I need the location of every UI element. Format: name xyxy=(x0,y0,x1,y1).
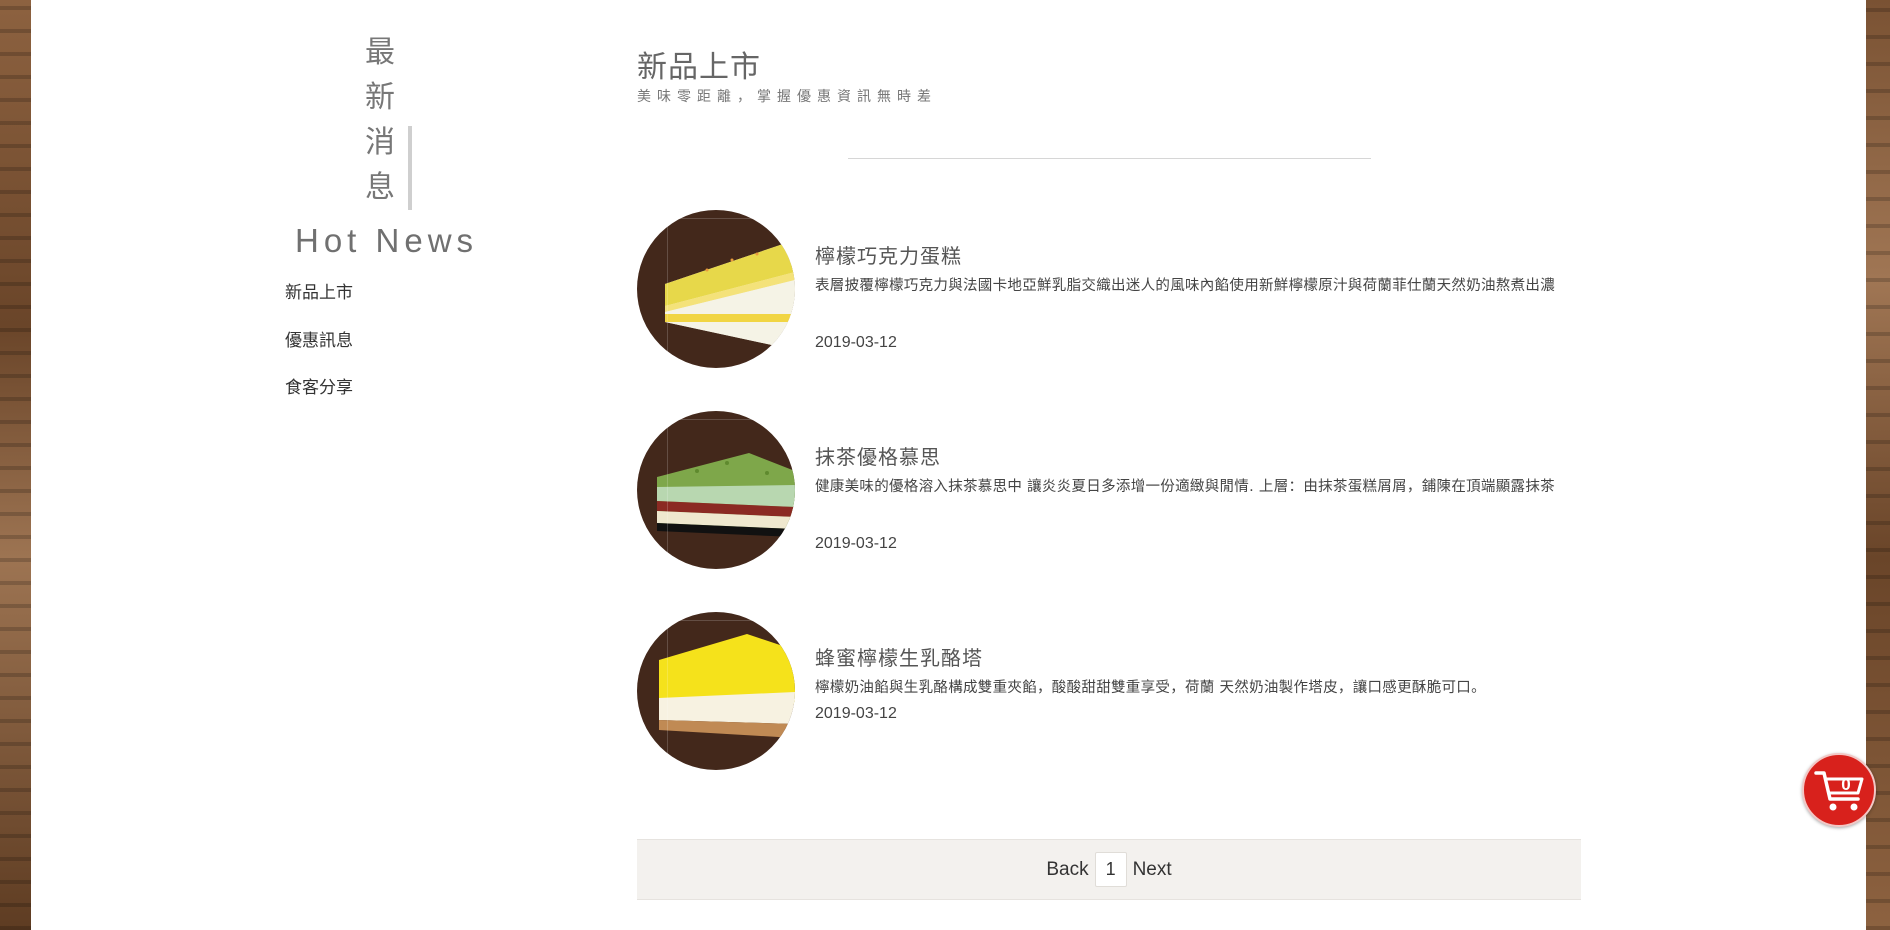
sidebar-menu: 新品上市 優惠訊息 食客分享 xyxy=(285,280,353,423)
news-title[interactable]: 蜂蜜檸檬生乳酪塔 xyxy=(815,642,983,671)
pagination: Back 1 Next xyxy=(637,839,1581,900)
floating-cart-button[interactable]: 0 xyxy=(1802,753,1876,827)
news-thumbnail[interactable] xyxy=(637,210,795,368)
title-accent-bar xyxy=(408,126,412,210)
news-item: 蜂蜜檸檬生乳酪塔 檸檬奶油餡與生乳酪構成雙重夾餡，酸酸甜甜雙重享受，荷蘭 天然奶… xyxy=(637,612,1617,772)
news-item: 抹茶優格慕思 健康美味的優格溶入抹茶慕思中 讓炎炎夏日多添增一份適緻與閒情. 上… xyxy=(637,411,1617,571)
news-thumbnail[interactable] xyxy=(637,612,795,770)
news-date: 2019-03-12 xyxy=(815,535,897,552)
wood-background-left xyxy=(0,0,31,930)
sidebar-item-promotions[interactable]: 優惠訊息 xyxy=(285,328,353,376)
news-thumbnail[interactable] xyxy=(637,411,795,569)
vertical-title-char: 息 xyxy=(365,170,395,205)
vertical-section-title: 最 新 消 息 xyxy=(361,30,421,210)
news-item: 檸檬巧克力蛋糕 表層披覆檸檬巧克力與法國卡地亞鮮乳脂交織出迷人的風味內餡使用新鮮… xyxy=(637,210,1617,370)
sidebar-item-new-products[interactable]: 新品上市 xyxy=(285,280,353,328)
news-date: 2019-03-12 xyxy=(815,334,897,351)
pagination-current-page[interactable]: 1 xyxy=(1094,852,1127,887)
page-subtitle: 美味零距離，掌握優惠資訊無時差 xyxy=(637,89,937,105)
news-title[interactable]: 抹茶優格慕思 xyxy=(815,441,941,470)
cart-count-badge: 0 xyxy=(1841,775,1851,794)
content-header: 新品上市 美味零距離，掌握優惠資訊無時差 xyxy=(637,48,937,106)
vertical-title-char: 新 xyxy=(365,80,395,115)
news-date: 2019-03-12 xyxy=(815,705,897,722)
news-description: 檸檬奶油餡與生乳酪構成雙重夾餡，酸酸甜甜雙重享受，荷蘭 天然奶油製作塔皮，讓口感… xyxy=(815,680,1486,696)
header-divider xyxy=(848,158,1371,159)
sidebar-item-customer-sharing[interactable]: 食客分享 xyxy=(285,375,353,423)
news-title[interactable]: 檸檬巧克力蛋糕 xyxy=(815,240,962,269)
news-description: 表層披覆檸檬巧克力與法國卡地亞鮮乳脂交織出迷人的風味內餡使用新鮮檸檬原汁與荷蘭菲… xyxy=(815,278,1555,294)
sidebar-subtitle: Hot News xyxy=(295,222,479,259)
vertical-title-char: 消 xyxy=(365,125,395,160)
page-container: 最 新 消 息 Hot News 新品上市 優惠訊息 食客分享 新品上市 美味零… xyxy=(31,0,1866,930)
pagination-back-link[interactable]: Back xyxy=(1046,859,1088,881)
pagination-next-link[interactable]: Next xyxy=(1133,859,1172,881)
page-title: 新品上市 xyxy=(637,50,761,85)
vertical-title-char: 最 xyxy=(365,35,395,70)
news-description: 健康美味的優格溶入抹茶慕思中 讓炎炎夏日多添增一份適緻與閒情. 上層：由抹茶蛋糕… xyxy=(815,479,1555,495)
